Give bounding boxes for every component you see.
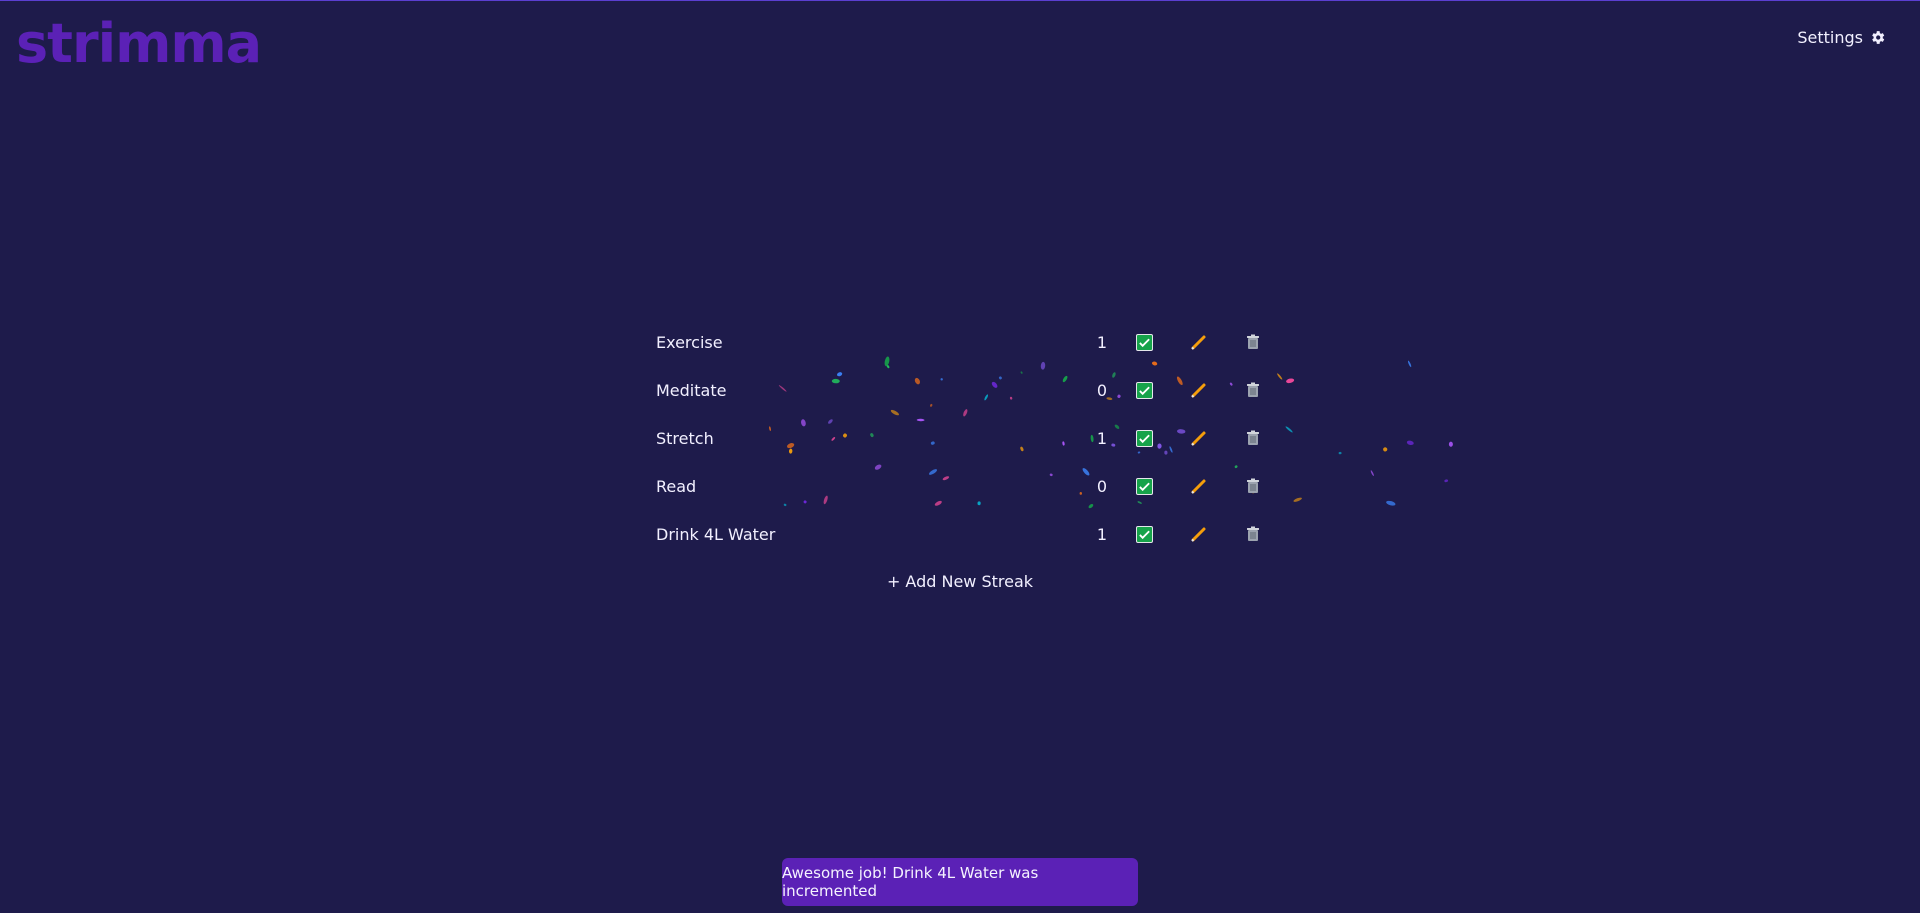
confetti-piece [1338,451,1342,455]
toast-notification: Awesome job! Drink 4L Water was incremen… [782,858,1138,906]
confetti-piece [1386,500,1396,506]
streak-row: Read 0 [656,462,1276,510]
confetti-piece [1277,373,1283,380]
trash-icon[interactable] [1244,429,1262,447]
streak-count: 1 [1096,524,1108,544]
trash-icon[interactable] [1244,525,1262,543]
increment-button[interactable] [1136,429,1153,447]
streak-row: Drink 4L Water 1 [656,510,1276,558]
toast-message: Awesome job! Drink 4L Water was incremen… [782,864,1039,900]
pencil-icon[interactable] [1190,429,1208,447]
increment-button[interactable] [1136,525,1153,543]
streak-count: 1 [1096,428,1108,448]
streak-count: 0 [1096,380,1108,400]
confetti-piece [1285,426,1293,433]
pencil-icon[interactable] [1190,333,1208,351]
add-streak-button[interactable]: + Add New Streak [500,572,1420,591]
streak-count: 1 [1096,332,1108,352]
settings-button[interactable]: Settings [1797,28,1886,47]
increment-button[interactable] [1136,477,1153,495]
checkbox-check-icon [1139,386,1150,395]
confetti-piece [1370,470,1374,476]
streak-name: Drink 4L Water [656,524,776,544]
streak-name: Read [656,476,697,496]
confetti-piece [1293,497,1302,502]
pencil-icon[interactable] [1190,477,1208,495]
increment-button[interactable] [1136,381,1153,399]
gear-icon [1872,31,1885,44]
confetti-piece [1407,360,1412,368]
streak-list: Exercise 1 Meditate 0 Stretch 1 Read 0 D… [656,318,1276,558]
trash-icon[interactable] [1244,333,1262,351]
checkbox-check-icon [1139,530,1150,539]
streak-row: Exercise 1 [656,318,1276,366]
confetti-piece [1444,479,1449,483]
increment-button[interactable] [1136,333,1153,351]
streak-row: Meditate 0 [656,366,1276,414]
pencil-icon[interactable] [1190,525,1208,543]
trash-icon[interactable] [1244,477,1262,495]
streak-name: Meditate [656,380,727,400]
app-logo[interactable]: strimma [16,9,262,79]
streak-row: Stretch 1 [656,414,1276,462]
pencil-icon[interactable] [1190,381,1208,399]
trash-icon[interactable] [1244,381,1262,399]
streak-name: Exercise [656,332,723,352]
checkbox-check-icon [1139,482,1150,491]
confetti-piece [1448,441,1453,447]
confetti-piece [1286,378,1295,384]
confetti-piece [1383,447,1388,452]
checkbox-check-icon [1139,434,1150,443]
settings-label: Settings [1797,28,1863,47]
confetti-piece [1406,440,1414,445]
checkbox-check-icon [1139,338,1150,347]
streak-name: Stretch [656,428,714,448]
streak-count: 0 [1096,476,1108,496]
